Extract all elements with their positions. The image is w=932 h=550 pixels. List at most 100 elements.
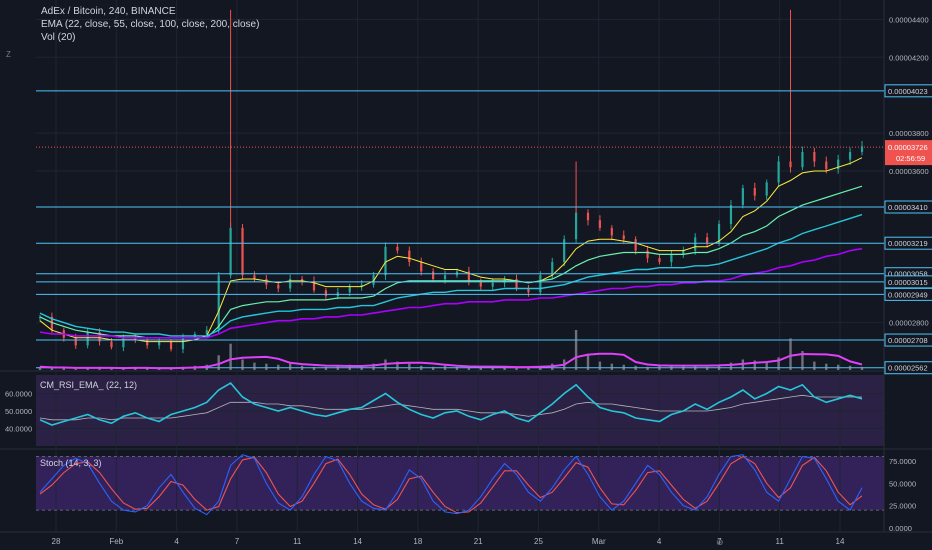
volume-bar bbox=[312, 366, 316, 370]
volume-bar bbox=[515, 367, 518, 370]
volume-bar bbox=[122, 368, 125, 370]
volume-bar bbox=[74, 368, 77, 370]
candle-body bbox=[86, 332, 89, 346]
stoch-tick-label: 0.0000 bbox=[889, 524, 912, 533]
stoch-tick-label: 25.0000 bbox=[889, 502, 916, 511]
candle-body bbox=[610, 227, 613, 236]
level-price-label: 0.00002949 bbox=[888, 290, 928, 299]
volume-bar bbox=[431, 366, 435, 370]
rsi-title: CM_RSI_EMA_ (22, 12) bbox=[40, 380, 137, 390]
candle-body bbox=[598, 220, 602, 228]
candle-body bbox=[706, 237, 709, 244]
candle-body bbox=[110, 341, 113, 348]
candle-body bbox=[217, 275, 220, 331]
candle-body bbox=[634, 239, 637, 251]
volume-bar bbox=[229, 343, 232, 370]
volume-bar bbox=[265, 363, 268, 370]
volume-bar bbox=[610, 363, 614, 370]
countdown-label: 02:56:59 bbox=[896, 154, 925, 163]
ema-line bbox=[39, 157, 863, 343]
candle-body bbox=[622, 235, 625, 240]
last-price-label: 0.00003726 bbox=[888, 143, 928, 152]
volume-bar bbox=[253, 362, 256, 370]
volume-ma-line bbox=[39, 352, 863, 370]
level-price-label: 0.00002562 bbox=[888, 364, 928, 373]
volume-bar bbox=[598, 361, 602, 370]
level-price-label: 0.00003015 bbox=[888, 278, 928, 287]
price-tick-label: 0.00002800 bbox=[889, 319, 929, 328]
price-tick-label: 0.00003600 bbox=[889, 167, 929, 176]
price-tick-label: 0.00004400 bbox=[889, 15, 929, 24]
volume-bar bbox=[825, 363, 828, 370]
rsi-tick-label: 60.0000 bbox=[5, 390, 32, 399]
volume-bar bbox=[408, 363, 411, 370]
volume-bar bbox=[646, 366, 649, 370]
candle-body bbox=[324, 290, 328, 297]
volume-bar bbox=[729, 362, 733, 370]
candle-body bbox=[396, 246, 399, 251]
time-tick-label: Mar bbox=[592, 537, 606, 546]
time-tick-label: 14 bbox=[353, 537, 362, 546]
rsi-tick-label: 50.0000 bbox=[5, 407, 32, 416]
candle-body bbox=[277, 284, 280, 289]
candle-body bbox=[443, 275, 447, 280]
volume-bar bbox=[300, 365, 304, 370]
candle-body bbox=[574, 212, 578, 240]
candle-body bbox=[384, 246, 387, 276]
stoch-tick-label: 50.0000 bbox=[889, 479, 916, 488]
candle-body bbox=[694, 237, 697, 251]
symbol-title: AdEx / Bitcoin, 240, BINANCE bbox=[41, 6, 176, 17]
time-tick-label: 11 bbox=[293, 537, 302, 546]
volume-bar bbox=[658, 365, 661, 370]
volume-bar bbox=[860, 366, 864, 370]
candle-body bbox=[539, 275, 542, 293]
time-tick-label: 4 bbox=[174, 537, 179, 546]
ema-legend[interactable]: EMA (22, close, 55, close, 100, close, 2… bbox=[41, 19, 259, 30]
stoch-tick-label: 75.0000 bbox=[889, 457, 916, 466]
candle-body bbox=[848, 152, 852, 160]
volume-bar bbox=[705, 366, 709, 370]
auto-scale-icon[interactable]: Z bbox=[6, 50, 11, 59]
volume-bar bbox=[848, 365, 852, 370]
candle-body bbox=[408, 250, 411, 262]
volume-bar bbox=[789, 338, 792, 370]
candle-body bbox=[432, 271, 435, 280]
level-price-label: 0.00002708 bbox=[888, 336, 928, 345]
candle-body bbox=[491, 282, 494, 287]
volume-legend[interactable]: Vol (20) bbox=[41, 32, 75, 43]
candle-body bbox=[801, 152, 804, 168]
time-tick-label: 7 bbox=[235, 537, 240, 546]
crosshair-icon[interactable]: ⊕ bbox=[716, 537, 724, 548]
candle-body bbox=[420, 261, 423, 272]
candle-body bbox=[158, 341, 161, 346]
candle-body bbox=[241, 227, 244, 276]
time-tick-label: 11 bbox=[776, 537, 785, 546]
price-tick-label: 0.00003800 bbox=[889, 129, 929, 138]
level-price-label: 0.00003219 bbox=[888, 239, 928, 248]
time-tick-label: 14 bbox=[836, 537, 845, 546]
chart-canvas[interactable]: 28 Feb 4 7 11 14 18 21 25 Mar 4 7 11 140.000044000.00… bbox=[0, 0, 932, 550]
volume-bar bbox=[288, 363, 292, 370]
level-price-label: 0.00003410 bbox=[888, 203, 928, 212]
candle-body bbox=[670, 254, 673, 262]
time-tick-label: 28 bbox=[52, 537, 61, 546]
candle-body bbox=[74, 337, 77, 346]
candle-body bbox=[563, 239, 566, 262]
volume-bar bbox=[420, 365, 423, 370]
volume-bar bbox=[634, 365, 637, 370]
volume-bar bbox=[574, 330, 578, 370]
candle-body bbox=[646, 250, 649, 259]
candle-body bbox=[825, 161, 828, 170]
candle-body bbox=[586, 212, 590, 221]
volume-bar bbox=[443, 365, 447, 370]
candle-body bbox=[229, 227, 232, 276]
candle-body bbox=[765, 182, 768, 196]
candle-body bbox=[729, 205, 733, 225]
ema-line bbox=[39, 185, 863, 339]
candle-body bbox=[169, 341, 173, 350]
candle-body bbox=[753, 188, 756, 196]
volume-bar bbox=[324, 366, 328, 370]
candle-body bbox=[741, 188, 744, 206]
time-tick-label: Feb bbox=[109, 537, 123, 546]
stoch-title: Stoch (14, 3, 3) bbox=[40, 458, 102, 468]
